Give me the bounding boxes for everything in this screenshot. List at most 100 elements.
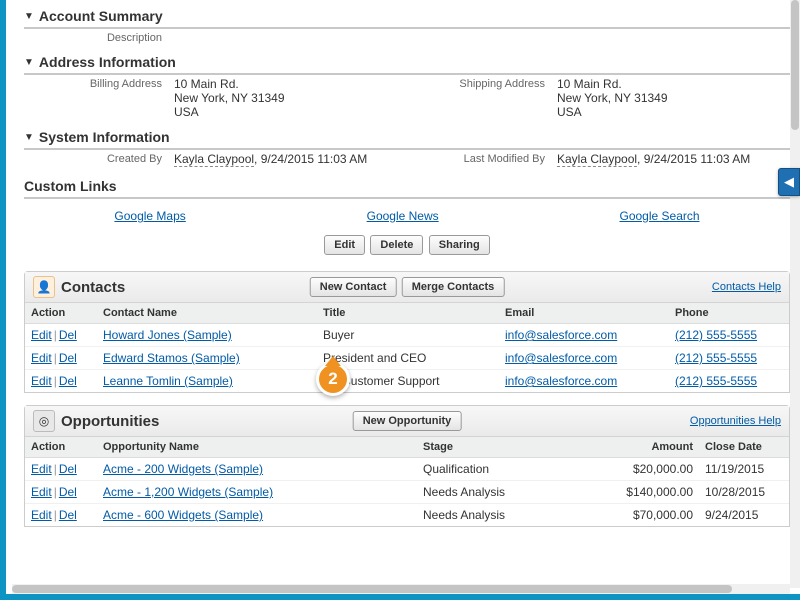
callout-number: 2 xyxy=(328,369,337,389)
field-label-shipping-address: Shipping Address xyxy=(407,77,557,119)
delete-button[interactable]: Delete xyxy=(370,235,423,255)
section-account-summary: ▼ Account Summary Description xyxy=(24,6,790,46)
row-edit-link[interactable]: Edit xyxy=(31,508,52,522)
modified-by-user-link[interactable]: Kayla Claypool xyxy=(557,152,637,167)
created-by-user-link[interactable]: Kayla Claypool xyxy=(174,152,254,167)
row-del-link[interactable]: Del xyxy=(59,374,77,388)
opportunity-close-date: 11/19/2015 xyxy=(699,458,789,481)
custom-link-google-maps[interactable]: Google Maps xyxy=(114,209,185,223)
field-value-shipping-address: 10 Main Rd. New York, NY 31349 USA xyxy=(557,77,668,119)
field-value-billing-address: 10 Main Rd. New York, NY 31349 USA xyxy=(174,77,285,119)
section-system-information: ▼ System Information Created By Kayla Cl… xyxy=(24,127,790,168)
table-row: Edit|DelLeanne Tomlin (Sample)VP Custome… xyxy=(25,370,789,393)
table-row: Edit|DelAcme - 600 Widgets (Sample)Needs… xyxy=(25,504,789,527)
contact-title: Buyer xyxy=(317,324,499,347)
th-contact-name: Contact Name xyxy=(97,303,317,324)
opportunity-close-date: 9/24/2015 xyxy=(699,504,789,527)
opportunity-amount: $20,000.00 xyxy=(599,458,699,481)
table-row: Edit|DelAcme - 200 Widgets (Sample)Quali… xyxy=(25,458,789,481)
row-del-link[interactable]: Del xyxy=(59,351,77,365)
side-panel-toggle[interactable]: ◀ xyxy=(778,168,800,196)
opportunity-stage: Needs Analysis xyxy=(417,504,599,527)
contact-email-link[interactable]: info@salesforce.com xyxy=(505,328,617,342)
opportunity-stage: Qualification xyxy=(417,458,599,481)
callout-marker: 2 xyxy=(316,362,350,396)
section-address-information: ▼ Address Information Billing Address 10… xyxy=(24,52,790,121)
section-title: Custom Links xyxy=(24,174,790,199)
row-edit-link[interactable]: Edit xyxy=(31,374,52,388)
collapse-icon: ▼ xyxy=(24,57,34,68)
opportunities-icon: ◎ xyxy=(33,410,55,432)
contact-name-link[interactable]: Edward Stamos (Sample) xyxy=(103,351,240,365)
related-list-title: Contacts xyxy=(61,279,125,296)
opportunity-amount: $140,000.00 xyxy=(599,481,699,504)
section-title: System Information xyxy=(39,129,170,145)
vertical-scrollbar[interactable] xyxy=(790,0,800,588)
row-del-link[interactable]: Del xyxy=(59,462,77,476)
section-title: Account Summary xyxy=(39,8,163,24)
table-row: Edit|DelHoward Jones (Sample)Buyerinfo@s… xyxy=(25,324,789,347)
opportunity-name-link[interactable]: Acme - 600 Widgets (Sample) xyxy=(103,508,263,522)
scroll-thumb[interactable] xyxy=(12,585,732,593)
row-edit-link[interactable]: Edit xyxy=(31,351,52,365)
th-action: Action xyxy=(25,437,97,458)
contact-email-link[interactable]: info@salesforce.com xyxy=(505,374,617,388)
section-header[interactable]: ▼ Account Summary xyxy=(24,6,790,29)
sharing-button[interactable]: Sharing xyxy=(429,235,490,255)
section-title: Address Information xyxy=(39,54,176,70)
opportunity-name-link[interactable]: Acme - 1,200 Widgets (Sample) xyxy=(103,485,273,499)
th-action: Action xyxy=(25,303,97,324)
row-del-link[interactable]: Del xyxy=(59,328,77,342)
th-close-date: Close Date xyxy=(699,437,789,458)
field-label-modified-by: Last Modified By xyxy=(407,152,557,166)
th-email: Email xyxy=(499,303,669,324)
row-del-link[interactable]: Del xyxy=(59,485,77,499)
custom-link-google-search[interactable]: Google Search xyxy=(619,209,699,223)
contacts-icon: 👤 xyxy=(33,276,55,298)
new-contact-button[interactable]: New Contact xyxy=(310,277,397,297)
scroll-thumb[interactable] xyxy=(791,0,799,130)
field-label-billing-address: Billing Address xyxy=(24,77,174,119)
opportunities-table: Action Opportunity Name Stage Amount Clo… xyxy=(25,437,789,526)
contact-phone-link[interactable]: (212) 555-5555 xyxy=(675,328,757,342)
opportunity-amount: $70,000.00 xyxy=(599,504,699,527)
merge-contacts-button[interactable]: Merge Contacts xyxy=(402,277,505,297)
collapse-icon: ▼ xyxy=(24,132,34,143)
row-del-link[interactable]: Del xyxy=(59,508,77,522)
table-row: Edit|DelEdward Stamos (Sample)President … xyxy=(25,347,789,370)
th-phone: Phone xyxy=(669,303,789,324)
horizontal-scrollbar[interactable] xyxy=(12,584,790,594)
field-value-modified-by: Kayla Claypool, 9/24/2015 11:03 AM xyxy=(557,152,750,166)
new-opportunity-button[interactable]: New Opportunity xyxy=(353,411,462,431)
th-stage: Stage xyxy=(417,437,599,458)
related-list-contacts: 👤 Contacts New Contact Merge Contacts Co… xyxy=(24,271,790,393)
row-edit-link[interactable]: Edit xyxy=(31,462,52,476)
section-header[interactable]: ▼ System Information xyxy=(24,127,790,150)
field-label-created-by: Created By xyxy=(24,152,174,166)
related-list-title: Opportunities xyxy=(61,413,159,430)
field-label-description: Description xyxy=(24,31,174,44)
contact-name-link[interactable]: Howard Jones (Sample) xyxy=(103,328,232,342)
th-opportunity-name: Opportunity Name xyxy=(97,437,417,458)
contacts-table: Action Contact Name Title Email Phone Ed… xyxy=(25,303,789,392)
opportunities-help-link[interactable]: Opportunities Help xyxy=(690,415,781,427)
contact-phone-link[interactable]: (212) 555-5555 xyxy=(675,351,757,365)
field-value-created-by: Kayla Claypool, 9/24/2015 11:03 AM xyxy=(174,152,367,166)
th-amount: Amount xyxy=(599,437,699,458)
contacts-help-link[interactable]: Contacts Help xyxy=(712,281,781,293)
opportunity-close-date: 10/28/2015 xyxy=(699,481,789,504)
opportunity-stage: Needs Analysis xyxy=(417,481,599,504)
section-custom-links: Custom Links Google Maps Google News Goo… xyxy=(24,174,790,265)
collapse-icon: ▼ xyxy=(24,11,34,22)
table-row: Edit|DelAcme - 1,200 Widgets (Sample)Nee… xyxy=(25,481,789,504)
edit-button[interactable]: Edit xyxy=(324,235,365,255)
section-header[interactable]: ▼ Address Information xyxy=(24,52,790,75)
opportunity-name-link[interactable]: Acme - 200 Widgets (Sample) xyxy=(103,462,263,476)
custom-link-google-news[interactable]: Google News xyxy=(367,209,439,223)
contact-name-link[interactable]: Leanne Tomlin (Sample) xyxy=(103,374,233,388)
contact-email-link[interactable]: info@salesforce.com xyxy=(505,351,617,365)
contact-phone-link[interactable]: (212) 555-5555 xyxy=(675,374,757,388)
row-edit-link[interactable]: Edit xyxy=(31,328,52,342)
row-edit-link[interactable]: Edit xyxy=(31,485,52,499)
th-title: Title xyxy=(317,303,499,324)
